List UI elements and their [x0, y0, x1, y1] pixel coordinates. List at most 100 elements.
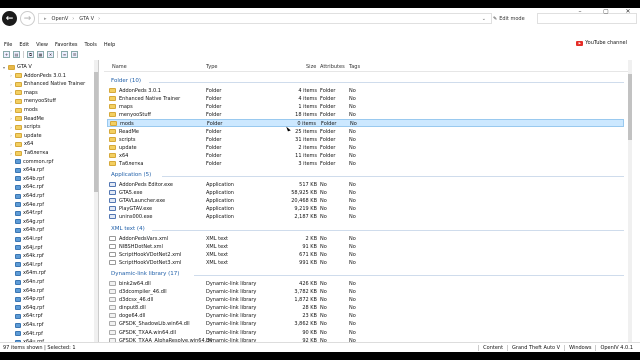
menu-favorites[interactable]: Favorites: [55, 42, 78, 48]
sidebar-scrollbar[interactable]: [94, 60, 98, 342]
file-row[interactable]: doge64.dll Dynamic-link library 23 KB No No: [107, 312, 624, 320]
tree-item[interactable]: x64a.rpf: [15, 166, 44, 174]
forward-button[interactable]: →: [20, 11, 35, 26]
tree-item[interactable]: › mods: [9, 106, 38, 114]
chevron-right-icon[interactable]: ›: [9, 151, 13, 156]
menu-tools[interactable]: Tools: [85, 42, 97, 48]
tree-item[interactable]: › Enhanced Native Trainer: [9, 80, 85, 88]
status-os[interactable]: Windows: [564, 344, 595, 351]
edit-mode-toggle[interactable]: ✎ Edit mode: [493, 13, 533, 24]
chevron-right-icon[interactable]: ›: [9, 125, 13, 130]
file-row[interactable]: AddonPedsVars.xml XML text 2 KB No No: [107, 235, 624, 243]
column-header-tags[interactable]: Tags: [349, 64, 360, 70]
tree-item[interactable]: › menyooStuff: [9, 97, 56, 105]
file-row[interactable]: ScriptHookVDotNet3.xml XML text 991 KB No No: [107, 259, 624, 267]
tree-item[interactable]: x64o.rpf: [15, 287, 44, 295]
tree-item[interactable]: x64f.rpf: [15, 209, 42, 217]
copy-icon[interactable]: ⧉: [27, 51, 34, 58]
sidebar-scrollbar-thumb[interactable]: [94, 72, 98, 192]
menu-edit[interactable]: Edit: [19, 42, 29, 48]
group-header[interactable]: Dynamic-link library (17): [111, 271, 179, 277]
file-row[interactable]: ReadMe Folder 25 items Folder No: [107, 128, 624, 136]
file-row[interactable]: x64 Folder 11 items Folder No: [107, 152, 624, 160]
file-row[interactable]: GFSDK_ShadowLib.win64.dll Dynamic-link li…: [107, 320, 624, 328]
new-file-icon[interactable]: +: [3, 51, 10, 58]
file-row[interactable]: update Folder 2 items Folder No: [107, 144, 624, 152]
youtube-channel-link[interactable]: ▶ YouTube channel: [576, 40, 627, 46]
tree-item[interactable]: x64e.rpf: [15, 201, 44, 209]
tree-item[interactable]: › update: [9, 132, 41, 140]
file-row[interactable]: maps Folder 1 items Folder No: [107, 103, 624, 111]
column-header-name[interactable]: Name: [112, 64, 127, 70]
tree-item[interactable]: x64p.rpf: [15, 295, 44, 303]
column-header-type[interactable]: Type: [206, 64, 217, 70]
minimize-button[interactable]: –: [570, 8, 590, 15]
file-row[interactable]: unins000.exe Application 2,187 KB No No: [107, 213, 624, 221]
maximize-button[interactable]: ▢: [596, 8, 616, 15]
file-row[interactable]: menyooStuff Folder 18 items Folder No: [107, 111, 624, 119]
file-row[interactable]: scripts Folder 31 items Folder No: [107, 136, 624, 144]
file-row[interactable]: ScriptHookVDotNet2.xml XML text 671 KB No No: [107, 251, 624, 259]
open-icon[interactable]: ▤: [13, 51, 20, 58]
tree-item[interactable]: x64h.rpf: [15, 226, 44, 234]
group-header[interactable]: Folder (10): [111, 78, 141, 84]
group-header[interactable]: XML text (4): [111, 226, 145, 232]
tree-item[interactable]: x64r.rpf: [15, 312, 43, 320]
tree-item[interactable]: x64j.rpf: [15, 244, 42, 252]
chevron-right-icon[interactable]: ›: [9, 142, 13, 147]
breadcrumb-root[interactable]: OpenV: [52, 16, 69, 22]
file-row[interactable]: PlayGTAV.exe Application 9,219 KB No No: [107, 205, 624, 213]
tree-item[interactable]: › ReadMe: [9, 115, 44, 123]
status-version[interactable]: OpenIV 4.0.1: [595, 344, 637, 351]
paste-icon[interactable]: ▦: [37, 51, 44, 58]
chevron-right-icon[interactable]: ›: [9, 82, 13, 87]
file-row[interactable]: d3dcompiler_46.dll Dynamic-link library 3,…: [107, 288, 624, 296]
group-header[interactable]: Application (5): [111, 172, 151, 178]
chevron-down-icon[interactable]: ⌄: [482, 16, 486, 22]
tree-item[interactable]: common.rpf: [15, 158, 53, 166]
file-list-scrollbar[interactable]: [628, 60, 632, 342]
file-row[interactable]: GTA5.exe Application 58,925 KB No No: [107, 189, 624, 197]
file-row[interactable]: dinput8.dll Dynamic-link library 28 KB No No: [107, 304, 624, 312]
tree-item[interactable]: x64k.rpf: [15, 252, 44, 260]
chevron-right-icon[interactable]: ›: [9, 90, 13, 95]
file-list-scrollbar-thumb[interactable]: [628, 74, 632, 140]
menu-help[interactable]: Help: [104, 42, 115, 48]
tree-item[interactable]: › maps: [9, 89, 38, 97]
status-game[interactable]: Grand Theft Auto V: [507, 344, 564, 351]
view-list-icon[interactable]: ☰: [71, 51, 78, 58]
tree-item[interactable]: x64i.rpf: [15, 235, 42, 243]
column-header-size[interactable]: Size: [306, 64, 316, 70]
address-bar[interactable]: ▸ OpenV › GTA V › ⌄: [38, 13, 492, 24]
tree-item[interactable]: › x64: [9, 140, 33, 148]
chevron-right-icon[interactable]: ›: [9, 133, 13, 138]
chevron-down-icon[interactable]: ▾: [2, 65, 6, 70]
tree-item[interactable]: x64l.rpf: [15, 261, 42, 269]
close-button[interactable]: ✕: [618, 8, 638, 15]
chevron-right-icon[interactable]: ›: [9, 73, 13, 78]
status-content[interactable]: Content: [478, 344, 507, 351]
file-row[interactable]: mods Folder 0 items Folder No: [107, 119, 624, 128]
file-row[interactable]: NIBSHDotNet.xml XML text 91 KB No No: [107, 243, 624, 251]
file-row[interactable]: d3dcsx_46.dll Dynamic-link library 1,872 K…: [107, 296, 624, 304]
tree-item[interactable]: x64d.rpf: [15, 192, 44, 200]
file-row[interactable]: AddonPeds 3.0.1 Folder 4 items Folder No: [107, 87, 624, 95]
file-row[interactable]: AddonPeds Editor.exe Application 517 KB No N…: [107, 181, 624, 189]
tree-item[interactable]: ▾ GTA V: [2, 63, 32, 71]
tree-item[interactable]: › AddonPeds 3.0.1: [9, 72, 66, 80]
file-row[interactable]: GTAVLauncher.exe Application 20,468 KB No No: [107, 197, 624, 205]
tree-item[interactable]: x64s.rpf: [15, 321, 44, 329]
tree-item[interactable]: › scripts: [9, 123, 40, 131]
tree-item[interactable]: x64g.rpf: [15, 218, 44, 226]
tree-item[interactable]: › Таблетка: [9, 149, 48, 157]
chevron-right-icon[interactable]: ›: [9, 99, 13, 104]
back-button[interactable]: ←: [2, 11, 17, 26]
tree-item[interactable]: x64q.rpf: [15, 304, 44, 312]
tree-item[interactable]: x64b.rpf: [15, 175, 44, 183]
menu-view[interactable]: View: [36, 42, 48, 48]
menu-file[interactable]: File: [4, 42, 12, 48]
tree-item[interactable]: x64t.rpf: [15, 330, 43, 338]
tree-item[interactable]: x64c.rpf: [15, 183, 44, 191]
file-row[interactable]: Enhanced Native Trainer Folder 4 items Fold…: [107, 95, 624, 103]
breadcrumb-current[interactable]: GTA V: [79, 16, 94, 22]
